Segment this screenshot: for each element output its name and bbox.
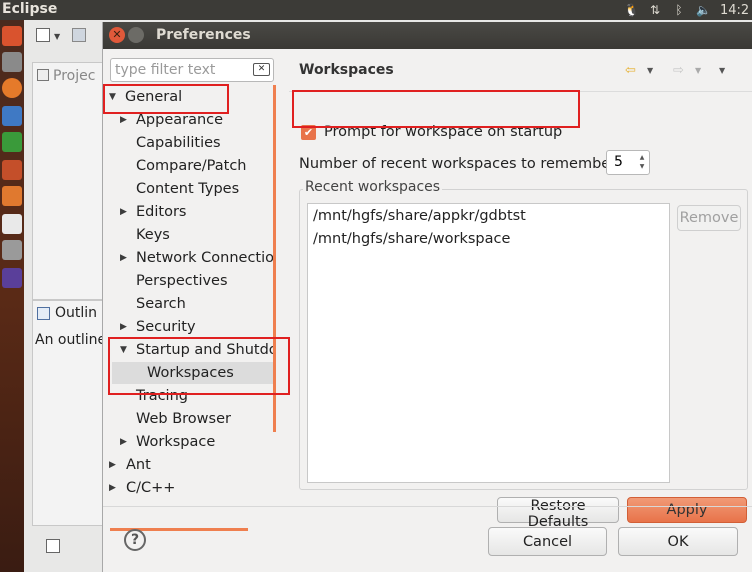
- top-panel: Eclipse 🐧 ⇅ ᛒ 🔈 14:2: [0, 0, 752, 20]
- writer-icon[interactable]: [2, 106, 22, 126]
- expanded-triangle-icon[interactable]: ▼: [109, 86, 116, 108]
- tree-item-tracing[interactable]: Tracing: [136, 385, 188, 407]
- tux-icon[interactable]: 🐧: [624, 3, 639, 17]
- tree-item-keys[interactable]: Keys: [136, 224, 170, 246]
- firefox-icon[interactable]: [2, 78, 22, 98]
- filter-input[interactable]: [115, 61, 251, 79]
- bluetooth-icon[interactable]: ᛒ: [672, 3, 686, 17]
- network-icon[interactable]: ⇅: [648, 3, 662, 17]
- tree-item-network-connections[interactable]: ▶ Network Connection: [120, 247, 273, 269]
- forward-menu-chevron-icon[interactable]: ▼: [695, 63, 701, 79]
- project-explorer-icon: [37, 69, 49, 81]
- volume-icon[interactable]: 🔈: [696, 3, 711, 17]
- forward-arrow-icon[interactable]: ⇨: [673, 63, 684, 79]
- collapsed-triangle-icon[interactable]: ▶: [120, 247, 127, 269]
- tree-item-capabilities[interactable]: Capabilities: [136, 132, 221, 154]
- clock[interactable]: 14:2: [720, 3, 752, 18]
- page-navigation: ⇦ ▼ ⇨ ▼ ▼: [625, 63, 745, 79]
- dialog-title: Preferences: [156, 27, 251, 43]
- outline-view: Outlin An outline: [32, 300, 108, 526]
- remove-button[interactable]: Remove: [677, 205, 741, 231]
- system-tray: 🐧 ⇅ ᛒ 🔈 14:2: [624, 0, 752, 20]
- footer-separator: [103, 506, 752, 507]
- tree-item-workspaces[interactable]: Workspaces: [112, 362, 273, 384]
- app-title: Eclipse: [2, 1, 58, 17]
- minimize-icon[interactable]: [128, 27, 144, 43]
- collapsed-triangle-icon[interactable]: ▶: [120, 316, 127, 338]
- new-icon[interactable]: [36, 28, 50, 42]
- help-icon[interactable]: ?: [124, 529, 146, 551]
- tree-item-web-browser[interactable]: Web Browser: [136, 408, 231, 430]
- recent-count-row: Number of recent workspaces to remember:: [299, 151, 621, 177]
- tree-vertical-scrollbar[interactable]: [273, 85, 276, 432]
- cancel-button[interactable]: Cancel: [488, 527, 607, 556]
- spinner-arrows[interactable]: ▲ ▼: [637, 153, 647, 171]
- collapsed-triangle-icon[interactable]: ▶: [109, 477, 116, 499]
- preferences-dialog: ✕ Preferences ✕ ▼ General ▶ Appearance C…: [102, 22, 752, 572]
- close-icon[interactable]: ✕: [109, 27, 125, 43]
- new-file-icon[interactable]: [46, 539, 60, 553]
- impress-icon[interactable]: [2, 160, 22, 180]
- restore-defaults-button[interactable]: Restore Defaults: [497, 497, 619, 530]
- dialog-titlebar[interactable]: ✕ Preferences: [103, 22, 752, 49]
- project-explorer-title[interactable]: Projec: [53, 68, 95, 84]
- title-separator: [289, 91, 752, 92]
- clear-filter-icon[interactable]: ✕: [253, 63, 270, 76]
- spinner-up-icon[interactable]: ▲: [637, 153, 647, 162]
- collapsed-triangle-icon[interactable]: ▶: [109, 454, 116, 476]
- preference-page: Workspaces ⇦ ▼ ⇨ ▼ ▼ ✔ Prompt for worksp…: [289, 49, 752, 530]
- outline-title[interactable]: Outlin: [55, 305, 97, 321]
- tree-item-content-types[interactable]: Content Types: [136, 178, 239, 200]
- launcher: [0, 20, 24, 572]
- amazon-icon[interactable]: [2, 214, 22, 234]
- recent-count-label: Number of recent workspaces to remember:: [299, 156, 621, 172]
- project-explorer-view: Projec: [32, 62, 108, 300]
- chevron-down-icon[interactable]: ▼: [54, 32, 60, 41]
- page-title: Workspaces: [299, 62, 394, 78]
- expanded-triangle-icon[interactable]: ▼: [120, 339, 127, 361]
- save-icon[interactable]: [72, 28, 86, 42]
- eclipse-icon[interactable]: [2, 268, 22, 288]
- list-item[interactable]: /mnt/hgfs/share/appkr/gdbtst: [313, 205, 526, 227]
- recent-count-spinner[interactable]: 5 ▲ ▼: [606, 150, 650, 175]
- ok-button[interactable]: OK: [618, 527, 738, 556]
- tree-item-startup-shutdown[interactable]: ▼ Startup and Shutdo: [120, 339, 273, 361]
- preference-tree-pane: ✕ ▼ General ▶ Appearance Capabilities Co…: [103, 49, 287, 531]
- calc-icon[interactable]: [2, 132, 22, 152]
- recent-count-value[interactable]: 5: [614, 154, 623, 170]
- tree-item-compare-patch[interactable]: Compare/Patch: [136, 155, 247, 177]
- collapsed-triangle-icon[interactable]: ▶: [120, 109, 127, 131]
- recent-workspaces-list[interactable]: /mnt/hgfs/share/appkr/gdbtst /mnt/hgfs/s…: [307, 203, 670, 483]
- apply-button[interactable]: Apply: [627, 497, 747, 523]
- software-center-icon[interactable]: [2, 186, 22, 206]
- collapsed-triangle-icon[interactable]: ▶: [120, 431, 127, 453]
- outline-icon: [37, 307, 50, 320]
- tree-item-search[interactable]: Search: [136, 293, 186, 315]
- prompt-workspace-checkbox-row[interactable]: ✔ Prompt for workspace on startup: [301, 122, 562, 142]
- prompt-workspace-label: Prompt for workspace on startup: [324, 124, 563, 140]
- list-item[interactable]: /mnt/hgfs/share/workspace: [313, 228, 510, 250]
- outline-empty-text: An outline: [35, 332, 107, 348]
- back-arrow-icon[interactable]: ⇦: [625, 63, 636, 79]
- recent-workspaces-label: Recent workspaces: [303, 179, 443, 195]
- filter-box[interactable]: ✕: [110, 58, 274, 82]
- collapsed-triangle-icon[interactable]: ▶: [120, 201, 127, 223]
- preference-tree: ▼ General ▶ Appearance Capabilities Comp…: [103, 85, 273, 505]
- prompt-workspace-checkbox[interactable]: ✔: [301, 124, 316, 140]
- spinner-down-icon[interactable]: ▼: [637, 162, 647, 171]
- view-menu-chevron-icon[interactable]: ▼: [719, 63, 725, 79]
- ubuntu-dash-icon[interactable]: [2, 26, 22, 46]
- settings-icon[interactable]: [2, 240, 22, 260]
- tree-item-perspectives[interactable]: Perspectives: [136, 270, 228, 292]
- back-menu-chevron-icon[interactable]: ▼: [647, 63, 653, 79]
- files-icon[interactable]: [2, 52, 22, 72]
